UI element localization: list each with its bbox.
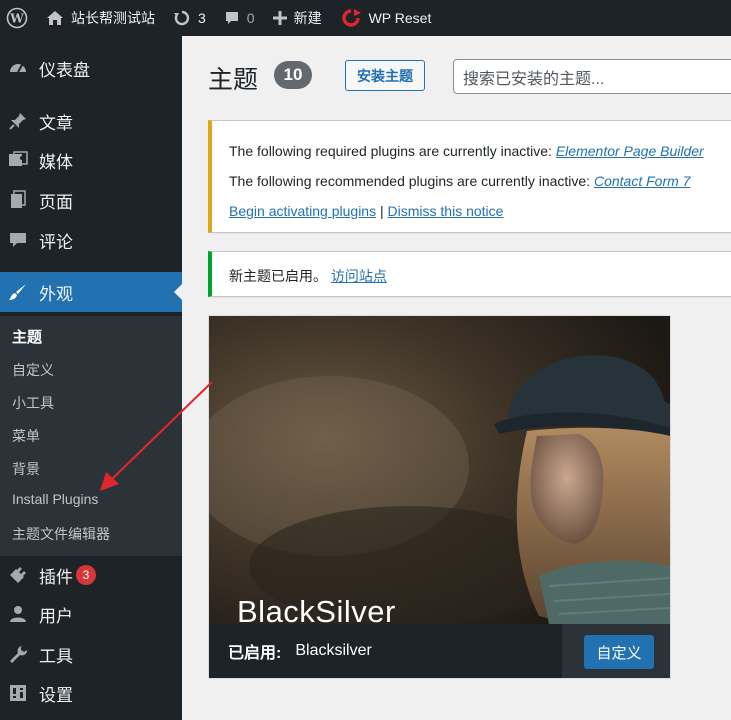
submenu-menus[interactable]: 菜单 [12,426,40,446]
menu-settings-label: 设置 [39,685,73,705]
comment-icon [225,12,238,24]
theme-activated-line: 新主题已启用。 访问站点 [229,266,387,286]
wp-reset-menu[interactable]: WP Reset [331,0,441,36]
svg-text:W: W [9,12,24,26]
menu-posts-label: 文章 [39,113,73,133]
required-plugins-text: The following required plugins are curre… [229,143,552,159]
site-name-menu[interactable]: 站长帮测试站 [37,0,164,36]
elementor-link-text: Elementor Page Builder [555,143,704,159]
pin-icon [8,111,28,131]
updates-count: 3 [198,10,206,26]
theme-activated-text: 新主题已启用。 [229,268,327,284]
theme-screenshot-image [209,316,670,624]
menu-media-label: 媒体 [39,152,73,172]
paintbrush-icon [8,282,28,302]
menu-pages[interactable]: 页面 [0,182,182,218]
notice-actions: Begin activating plugins | Dismiss this … [229,203,503,219]
new-content-menu[interactable]: 新建 [264,0,331,36]
wp-logo-menu[interactable]: W [0,0,37,36]
menu-plugins[interactable]: 插件 3 [0,557,182,593]
admin-sidebar: 仪表盘 文章 媒体 页面 评论 外观 主题 自定义 小工具 菜单 背景 Inst… [0,36,182,720]
menu-media[interactable]: 媒体 [0,142,182,178]
admin-bar: W 站长帮测试站 3 0 新建 WP Reset [0,0,731,36]
menu-comments-label: 评论 [39,232,73,252]
recommended-plugins-text: The following recommended plugins are cu… [229,173,591,189]
contact-form-link-text: Contact Form 7 [593,173,691,189]
menu-tools[interactable]: 工具 [0,636,182,672]
visit-site-link[interactable]: 访问站点 [331,268,387,284]
menu-appearance-label: 外观 [39,284,73,304]
menu-users[interactable]: 用户 [0,596,182,632]
notice-separator: | [380,203,384,219]
plug-icon [8,565,28,585]
active-theme-card[interactable]: BlackSilver 已启用: Blacksilver 自定义 [208,315,671,679]
user-icon [8,604,28,624]
theme-actions: 自定义 [562,624,670,678]
site-name: 站长帮测试站 [71,10,155,26]
menu-settings[interactable]: 设置 [0,675,182,711]
menu-appearance[interactable]: 外观 [0,272,182,312]
page-icon [8,190,28,210]
customize-button[interactable]: 自定义 [584,635,654,669]
theme-activated-notice: 新主题已启用。 访问站点 [208,251,731,297]
settings-icon [8,683,28,703]
theme-card-footer: 已启用: Blacksilver 自定义 [209,624,670,678]
comments-icon [8,230,28,250]
wp-reset-icon [341,9,361,27]
plugins-inactive-notice: The following required plugins are curre… [208,120,731,233]
begin-activating-link[interactable]: Begin activating plugins [229,203,376,219]
menu-plugins-label: 插件 [39,567,73,587]
menu-tools-label: 工具 [39,646,73,666]
theme-count-badge: 10 [274,61,312,89]
submenu-themes[interactable]: 主题 [12,326,42,347]
submenu-customize[interactable]: 自定义 [12,360,54,380]
menu-pages-label: 页面 [39,192,73,212]
menu-dashboard-label: 仪表盘 [39,60,90,80]
add-theme-button[interactable]: 安装主题 [345,60,425,91]
page-title: 主题 [208,66,259,94]
theme-art-title: BlackSilver [237,594,396,624]
updates-icon [174,10,190,26]
comments-count: 0 [246,10,255,26]
active-label: 已启用: [228,645,282,662]
plugins-update-badge: 3 [76,565,96,585]
wordpress-logo-icon: W [6,7,28,29]
theme-name: Blacksilver [295,642,372,659]
submenu-theme-file-editor[interactable]: 主题文件编辑器 [12,524,110,544]
menu-dashboard[interactable]: 仪表盘 [0,50,182,86]
submenu-widgets[interactable]: 小工具 [12,393,54,413]
submenu-background[interactable]: 背景 [12,459,40,479]
theme-screenshot[interactable]: BlackSilver [209,316,670,624]
menu-users-label: 用户 [39,606,73,626]
search-placeholder: 搜索已安装的主题... [463,70,605,88]
comments-menu[interactable]: 0 [215,0,264,36]
wp-reset-label: WP Reset [368,10,432,26]
appearance-submenu: 主题 自定义 小工具 菜单 背景 Install Plugins 主题文件编辑器 [0,316,182,556]
submenu-install-plugins[interactable]: Install Plugins [12,491,98,507]
contact-form-link[interactable]: Contact Form 7 [594,173,690,189]
home-icon [47,11,63,25]
new-label: 新建 [293,10,322,26]
menu-posts[interactable]: 文章 [0,103,182,139]
plus-icon [272,11,287,25]
dashboard-icon [8,58,28,78]
recommended-plugins-line: The following recommended plugins are cu… [229,173,690,189]
search-themes-input[interactable]: 搜索已安装的主题... [453,59,731,94]
elementor-link[interactable]: Elementor Page Builder [556,143,704,159]
dismiss-notice-link[interactable]: Dismiss this notice [388,203,504,219]
menu-comments[interactable]: 评论 [0,222,182,258]
wrench-icon [8,644,28,664]
current-menu-arrow [174,284,182,300]
media-icon [8,150,28,170]
required-plugins-line: The following required plugins are curre… [229,143,704,159]
updates-menu[interactable]: 3 [164,0,215,36]
